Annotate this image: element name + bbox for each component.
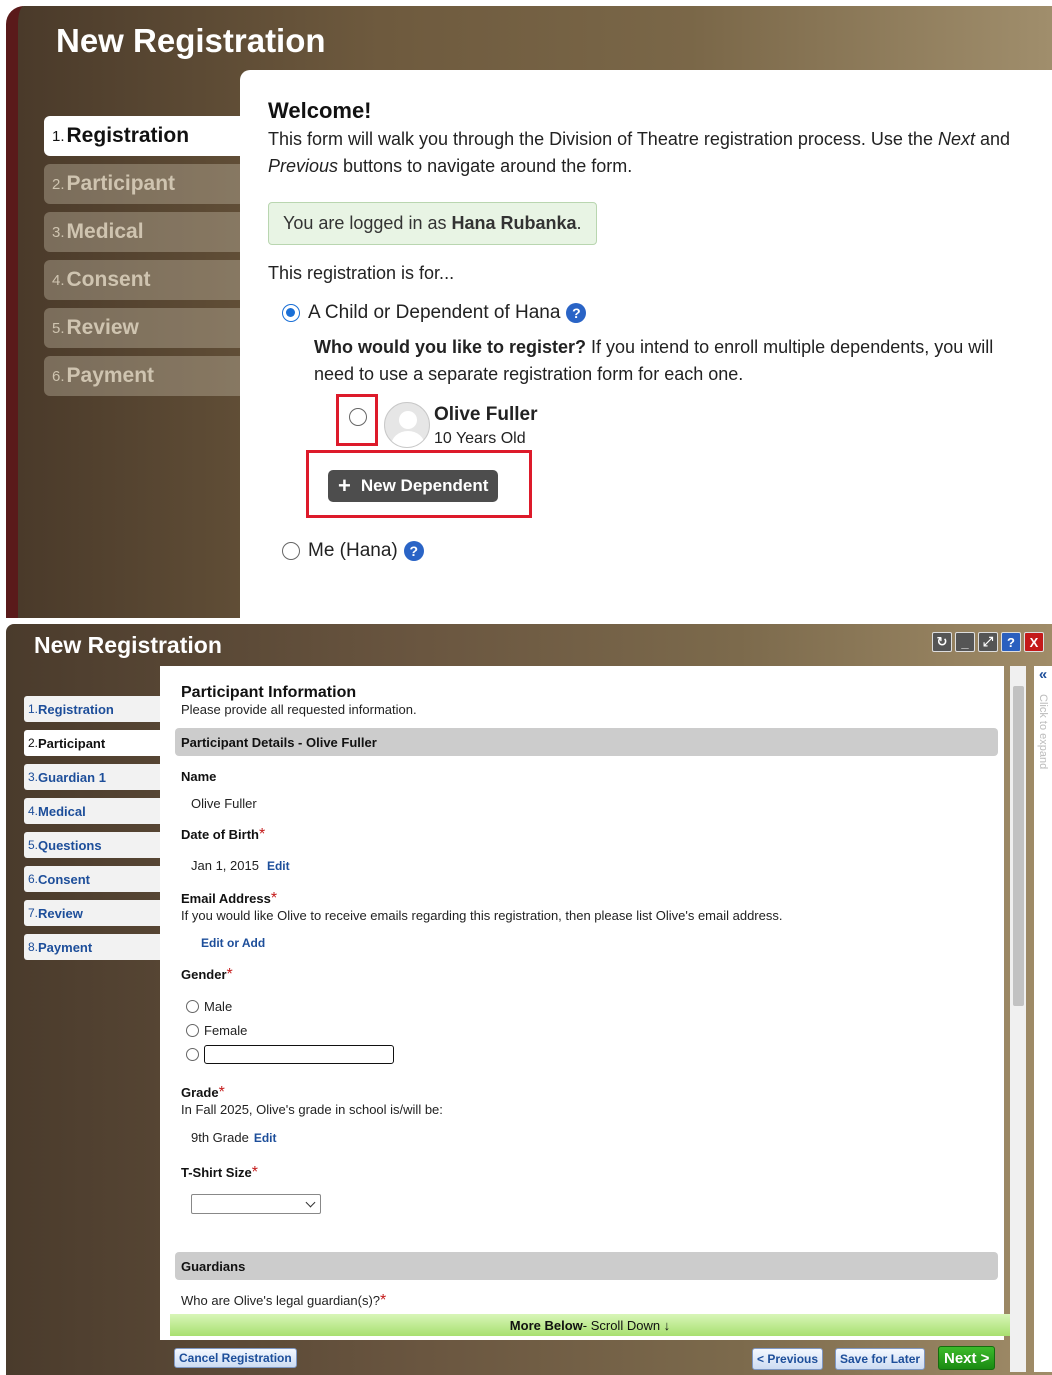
email-edit-link-row: Edit or Add — [193, 934, 1004, 952]
registration-for-label: This registration is for... — [268, 263, 455, 283]
grade-value: 9th Grade — [191, 1130, 249, 1145]
help-icon[interactable]: ? — [1001, 632, 1021, 652]
step-registration[interactable]: 1. Registration — [24, 696, 160, 722]
new-dependent-button[interactable]: + New Dependent — [328, 470, 499, 502]
gender-options: Male Female — [181, 994, 1004, 1066]
step-review[interactable]: 5. Review — [44, 308, 240, 348]
tshirt-label: T-Shirt Size* — [181, 1164, 259, 1181]
step-medical[interactable]: 4. Medical — [24, 798, 160, 824]
dependent-name: Olive Fuller — [434, 404, 538, 425]
help-icon[interactable]: ? — [403, 541, 424, 561]
plus-icon: + — [338, 473, 351, 498]
dependent-age: 10 Years Old — [434, 430, 526, 447]
registration-window-step2: New Registration ↻ _ ⤢ ? X 1. Registratio… — [6, 624, 1052, 1375]
step-consent[interactable]: 6. Consent — [24, 866, 160, 892]
expand-label: Click to expand — [1037, 694, 1049, 770]
expand-panel[interactable]: « Click to expand — [1034, 666, 1052, 1372]
logged-in-user: Hana Rubanka — [451, 213, 577, 233]
email-description: If you would like Olive to receive email… — [181, 908, 783, 923]
page-subtitle: Please provide all requested information… — [181, 702, 417, 717]
radio-dependent-olive[interactable] — [349, 408, 367, 426]
name-label: Name — [181, 769, 217, 784]
content-scrollbar[interactable] — [1010, 666, 1026, 1372]
intro-text: This form will walk you through the Divi… — [268, 129, 1011, 176]
previous-button[interactable]: < Previous — [752, 1348, 824, 1370]
step-questions[interactable]: 5. Questions — [24, 832, 160, 858]
step-participant[interactable]: 2. Participant — [44, 164, 240, 204]
page-title: Participant Information — [181, 684, 357, 701]
dependent-row: Olive Fuller 10 Years Old — [268, 394, 1052, 454]
grade-label: Grade* — [181, 1084, 225, 1101]
logged-in-notice: You are logged in as Hana Rubanka. — [268, 202, 597, 245]
grade-description: In Fall 2025, Olive's grade in school is… — [181, 1102, 443, 1117]
dob-row: Jan 1, 2015 Edit — [181, 857, 1004, 875]
registration-window-step1: New Registration 1. Registration 2. Partic… — [6, 6, 1052, 618]
step-consent[interactable]: 4. Consent — [44, 260, 240, 300]
step-payment[interactable]: 6. Payment — [44, 356, 240, 396]
step-guardian-1[interactable]: 3. Guardian 1 — [24, 764, 160, 790]
option-me[interactable]: Me (Hana) ? — [282, 540, 1052, 562]
new-dependent-row: + New Dependent — [268, 450, 1052, 540]
close-icon[interactable]: X — [1024, 632, 1044, 652]
bottom-bar: Cancel Registration < Previous Save for … — [6, 1342, 1052, 1375]
email-edit-add-link[interactable]: Edit or Add — [201, 936, 265, 950]
cancel-registration-button[interactable]: Cancel Registration — [174, 1348, 297, 1368]
radio-child-dependent[interactable] — [282, 304, 300, 322]
gender-label: Gender* — [181, 966, 233, 983]
radio-male[interactable] — [186, 999, 199, 1013]
welcome-heading: Welcome! — [268, 98, 372, 123]
section-guardians: Guardians — [175, 1252, 998, 1280]
dob-value: Jan 1, 2015 — [191, 858, 259, 873]
email-label: Email Address* — [181, 890, 278, 907]
gender-option-female[interactable]: Female — [186, 1018, 1004, 1042]
step-participant[interactable]: 2. Participant — [24, 730, 160, 756]
radio-other[interactable] — [186, 1047, 199, 1061]
avatar-icon — [384, 402, 430, 448]
name-value: Olive Fuller — [191, 796, 257, 811]
option-child-dependent[interactable]: A Child or Dependent of Hana ? — [282, 302, 1052, 324]
window-controls: ↻ _ ⤢ ? X — [932, 632, 1044, 652]
next-button[interactable]: Next > — [938, 1346, 996, 1370]
gender-option-other[interactable] — [186, 1042, 1004, 1066]
step-medical[interactable]: 3. Medical — [44, 212, 240, 252]
refresh-icon[interactable]: ↻ — [932, 632, 952, 652]
participant-form: Participant Information Please provide a… — [160, 666, 1004, 1340]
gender-option-male[interactable]: Male — [186, 994, 1004, 1018]
grade-edit-link[interactable]: Edit — [254, 1131, 277, 1145]
steps-sidebar: 1. Registration 2. Participant 3. Guardian … — [6, 696, 160, 968]
steps-sidebar: 1. Registration 2. Participant 3. Medical 4… — [18, 116, 240, 404]
section-participant-details: Participant Details - Olive Fuller — [175, 728, 998, 756]
radio-female[interactable] — [186, 1023, 199, 1037]
window-title: New Registration — [56, 22, 326, 59]
minimize-icon[interactable]: _ — [955, 632, 975, 652]
step-payment[interactable]: 8. Payment — [24, 934, 160, 960]
maximize-icon[interactable]: ⤢ — [978, 632, 998, 652]
step-review[interactable]: 7. Review — [24, 900, 160, 926]
dob-edit-link[interactable]: Edit — [267, 859, 290, 873]
help-icon[interactable]: ? — [566, 303, 587, 323]
grade-row: 9th Grade Edit — [181, 1129, 1004, 1147]
who-to-register-text: Who would you like to register? If you i… — [314, 337, 994, 384]
more-below-banner: More Below - Scroll Down ↓ — [170, 1314, 1010, 1336]
save-for-later-button[interactable]: Save for Later — [835, 1348, 926, 1370]
step-registration[interactable]: 1. Registration — [44, 116, 240, 156]
guardians-question: Who are Olive's legal guardian(s)?* — [181, 1292, 387, 1309]
scrollbar-thumb[interactable] — [1013, 686, 1024, 1006]
tshirt-size-select[interactable] — [191, 1194, 321, 1214]
window-title: New Registration — [34, 632, 222, 658]
dob-label: Date of Birth* — [181, 826, 266, 843]
chevron-left-icon[interactable]: « — [1034, 666, 1052, 683]
radio-me[interactable] — [282, 542, 300, 560]
step1-content: Welcome! This form will walk you through… — [240, 70, 1052, 618]
gender-other-input[interactable] — [204, 1044, 394, 1064]
